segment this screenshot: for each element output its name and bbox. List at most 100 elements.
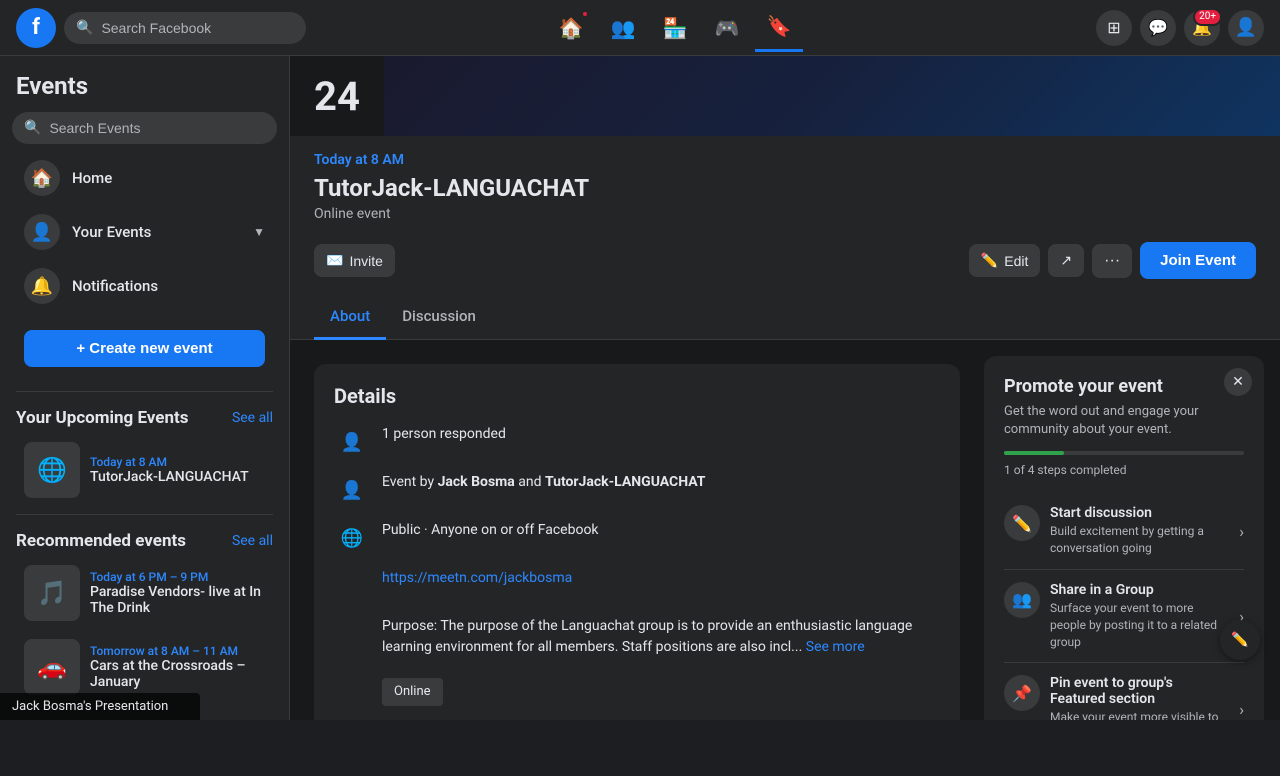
search-box[interactable]: 🔍 — [64, 12, 306, 44]
event-date-box: 24 — [290, 56, 384, 136]
promote-close-button[interactable]: ✕ — [1224, 368, 1252, 396]
event-link[interactable]: https://meetn.com/jackbosma — [382, 570, 572, 586]
event-thumbnail: 🎵 — [24, 565, 80, 621]
edit-button[interactable]: ✏️ Edit — [969, 244, 1041, 277]
divider — [16, 391, 273, 392]
sidebar-search[interactable]: 🔍 — [12, 112, 277, 144]
promote-item-share-group[interactable]: 👥 Share in a Group Surface your event to… — [1004, 570, 1244, 663]
nav-bookmarks-btn[interactable]: 🔖 — [755, 4, 803, 52]
host2-name: TutorJack-LANGUACHAT — [545, 474, 706, 490]
promote-subtitle: Get the word out and engage your communi… — [1004, 403, 1244, 439]
tab-about[interactable]: About — [314, 295, 386, 340]
join-event-button[interactable]: Join Event — [1140, 242, 1256, 279]
event-header: 24 Today at 8 AM TutorJack-LANGUACHAT On… — [290, 56, 1280, 340]
upcoming-event-item[interactable]: 🌐 Today at 8 AM TutorJack-LANGUACHAT — [8, 434, 281, 506]
recommended-event-item-1[interactable]: 🎵 Today at 6 PM – 9 PM Paradise Vendors-… — [8, 557, 281, 629]
invite-button[interactable]: ✉️ Invite — [314, 244, 395, 277]
recommended-see-all[interactable]: See all — [232, 533, 273, 549]
nav-left: f 🔍 — [16, 8, 306, 48]
create-event-button[interactable]: + Create new event — [24, 330, 265, 367]
event-thumbnail: 🌐 — [24, 442, 80, 498]
event-name: Cars at the Crossroads – January — [90, 658, 265, 690]
top-navigation: f 🔍 🏠 👥 🏪 🎮 🔖 ⊞ 💬 🔔 20+ 👤 — [0, 0, 1280, 56]
event-banner-image — [384, 56, 1280, 136]
grid-btn[interactable]: ⊞ — [1096, 10, 1132, 46]
detail-row-audience: 🌐 Public · Anyone on or off Facebook — [334, 520, 940, 556]
promote-item-desc: Make your event more visible to the — [1050, 709, 1229, 720]
event-title: TutorJack-LANGUACHAT — [314, 174, 1256, 202]
person-icon: 👤 — [334, 424, 370, 460]
event-meta: Today at 8 AM TutorJack-LANGUACHAT Onlin… — [290, 136, 1280, 222]
search-input[interactable] — [101, 20, 294, 36]
edit-icon: ✏️ — [981, 252, 998, 269]
sidebar-item-your-events[interactable]: 👤 Your Events ▼ — [8, 206, 281, 258]
promote-item-desc: Surface your event to more people by pos… — [1050, 600, 1229, 650]
event-time: Today at 8 AM — [90, 455, 265, 469]
sidebar-item-notifications[interactable]: 🔔 Notifications — [8, 260, 281, 312]
facebook-logo[interactable]: f — [16, 8, 56, 48]
sidebar-search-input[interactable] — [49, 120, 265, 136]
notification-badge: 20+ — [1193, 8, 1222, 26]
detail-row-host: 👤 Event by Jack Bosma and TutorJack-LANG… — [334, 472, 940, 508]
promote-item-title: Pin event to group's Featured section — [1050, 675, 1229, 707]
detail-text-link: https://meetn.com/jackbosma — [382, 568, 940, 589]
messenger-btn[interactable]: 💬 — [1140, 10, 1176, 46]
floating-edit-button[interactable]: ✏️ — [1220, 620, 1260, 660]
event-name: Paradise Vendors- live at In The Drink — [90, 584, 265, 616]
share-icon: ↗ — [1060, 252, 1072, 269]
promote-progress-bar — [1004, 451, 1064, 455]
description-icon — [334, 616, 370, 652]
upcoming-title: Your Upcoming Events — [16, 408, 189, 428]
promote-item-pin-event[interactable]: 📌 Pin event to group's Featured section … — [1004, 663, 1244, 720]
sidebar-item-home[interactable]: 🏠 Home — [8, 152, 281, 204]
notification-dot — [581, 10, 589, 18]
tab-discussion[interactable]: Discussion — [386, 295, 492, 340]
promote-progress-bar-container — [1004, 451, 1244, 455]
link-icon — [334, 568, 370, 604]
details-section: Details 👤 1 person responded 👤 Event by … — [314, 364, 960, 720]
promote-item-discussion[interactable]: ✏️ Start discussion Build excitement by … — [1004, 493, 1244, 570]
nav-friends-btn[interactable]: 👥 — [599, 4, 647, 52]
detail-row-responded: 👤 1 person responded — [334, 424, 940, 460]
promote-item-content: Pin event to group's Featured section Ma… — [1050, 675, 1229, 720]
bottom-bar-label: Jack Bosma's Presentation — [12, 699, 168, 714]
recommended-header: Recommended events See all — [0, 523, 289, 555]
event-tabs: About Discussion — [290, 295, 1280, 340]
more-button[interactable]: ··· — [1092, 244, 1132, 278]
detail-text-host: Event by Jack Bosma and TutorJack-LANGUA… — [382, 472, 940, 493]
event-thumbnail: 🚗 — [24, 639, 80, 695]
sidebar: Events 🔍 🏠 Home 👤 Your Events ▼ 🔔 Notifi… — [0, 56, 290, 720]
detail-text-description: Purpose: The purpose of the Languachat g… — [382, 616, 940, 658]
promote-item-title: Start discussion — [1050, 505, 1229, 521]
event-banner: 24 — [290, 56, 1280, 136]
sidebar-search-icon: 🔍 — [24, 120, 41, 136]
chevron-down-icon: ▼ — [253, 225, 265, 239]
avatar-btn[interactable]: 👤 — [1228, 10, 1264, 46]
event-name: TutorJack-LANGUACHAT — [90, 469, 265, 485]
promote-item-title: Share in a Group — [1050, 582, 1229, 598]
content-area: Details 👤 1 person responded 👤 Event by … — [290, 340, 1280, 720]
bottom-bar: Jack Bosma's Presentation — [0, 693, 200, 720]
chevron-right-icon: › — [1239, 700, 1244, 719]
detail-text-responded: 1 person responded — [382, 424, 940, 445]
notifications-btn[interactable]: 🔔 20+ — [1184, 10, 1220, 46]
nav-gaming-btn[interactable]: 🎮 — [703, 4, 751, 52]
upcoming-see-all[interactable]: See all — [232, 410, 273, 426]
home-icon: 🏠 — [24, 160, 60, 196]
share-button[interactable]: ↗ — [1048, 244, 1084, 277]
share-group-icon: 👥 — [1004, 582, 1040, 618]
see-more-link[interactable]: See more — [806, 639, 865, 655]
search-icon: 🔍 — [76, 20, 93, 36]
badge-icon — [334, 670, 370, 706]
invite-label: Invite — [349, 253, 382, 269]
divider — [16, 514, 273, 515]
promote-item-content: Start discussion Build excitement by get… — [1050, 505, 1229, 557]
detail-text-badge: Online — [382, 670, 940, 706]
nav-home-btn[interactable]: 🏠 — [547, 4, 595, 52]
nav-store-btn[interactable]: 🏪 — [651, 4, 699, 52]
event-time: Tomorrow at 8 AM – 11 AM — [90, 644, 265, 658]
event-info: Today at 8 AM TutorJack-LANGUACHAT — [90, 455, 265, 485]
detail-row-description: Purpose: The purpose of the Languachat g… — [334, 616, 940, 658]
main-content: 24 Today at 8 AM TutorJack-LANGUACHAT On… — [290, 56, 1280, 720]
promote-item-content: Share in a Group Surface your event to m… — [1050, 582, 1229, 650]
